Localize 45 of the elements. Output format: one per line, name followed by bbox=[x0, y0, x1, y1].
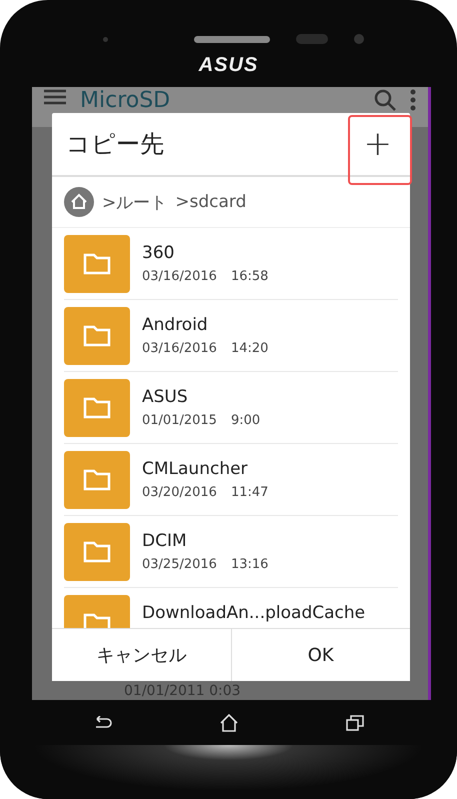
folder-icon bbox=[64, 379, 130, 437]
folder-date: 03/16/2016 bbox=[142, 269, 217, 284]
folder-item[interactable]: 360 03/16/2016 16:58 bbox=[64, 228, 398, 300]
folder-name: DCIM bbox=[142, 531, 188, 551]
folder-name: DownloadAn...ploadCache bbox=[142, 603, 366, 623]
folder-item[interactable]: ASUS 01/01/2015 9:00 bbox=[64, 372, 398, 444]
folder-item[interactable]: CMLauncher 03/20/2016 11:47 bbox=[64, 444, 398, 516]
folder-date: 01/01/2015 bbox=[142, 413, 217, 428]
folder-icon bbox=[64, 235, 130, 293]
brand-logo: ASUS bbox=[198, 54, 258, 77]
folder-icon bbox=[64, 307, 130, 365]
search-icon[interactable] bbox=[374, 89, 396, 111]
folder-time: 16:58 bbox=[230, 269, 268, 284]
folder-time: 9:00 bbox=[230, 413, 260, 428]
folder-time: 11:47 bbox=[230, 485, 268, 500]
folder-date: 03/25/2016 bbox=[142, 557, 217, 572]
folder-date: 03/16/2016 bbox=[142, 341, 217, 356]
file-date: 01/01/2011 0:03 bbox=[123, 682, 242, 700]
highlight-frame bbox=[348, 115, 412, 185]
more-icon[interactable] bbox=[410, 89, 416, 111]
dialog-title: コピー先 bbox=[66, 129, 164, 160]
folder-item[interactable]: Android 03/16/2016 14:20 bbox=[64, 300, 398, 372]
folder-time: 13:16 bbox=[230, 557, 268, 572]
camera-icon bbox=[354, 34, 364, 44]
folder-name: CMLauncher bbox=[142, 459, 249, 479]
app-title: MicroSD bbox=[80, 89, 170, 113]
folder-name: Android bbox=[142, 315, 209, 335]
back-icon[interactable] bbox=[93, 716, 114, 730]
home-icon[interactable] bbox=[64, 187, 94, 217]
folder-icon bbox=[64, 451, 130, 509]
folder-item[interactable]: DCIM 03/25/2016 13:16 bbox=[64, 516, 398, 588]
breadcrumb-link[interactable]: >sdcard bbox=[175, 192, 246, 212]
sensor-icon bbox=[103, 36, 108, 42]
add-folder-button[interactable]: + bbox=[356, 124, 400, 164]
menu-icon[interactable] bbox=[44, 89, 66, 105]
folder-icon bbox=[64, 523, 130, 581]
breadcrumb-link[interactable]: >ルート bbox=[102, 190, 168, 214]
home-button-icon[interactable] bbox=[219, 714, 240, 732]
folder-name: 360 bbox=[142, 243, 176, 263]
folder-time: 14:20 bbox=[230, 341, 268, 356]
recents-icon[interactable] bbox=[346, 714, 364, 730]
folder-name: ASUS bbox=[142, 387, 189, 407]
folder-date: 03/20/2016 bbox=[142, 485, 217, 500]
sensor-icon bbox=[296, 34, 328, 44]
ok-button[interactable]: OK bbox=[230, 629, 410, 681]
